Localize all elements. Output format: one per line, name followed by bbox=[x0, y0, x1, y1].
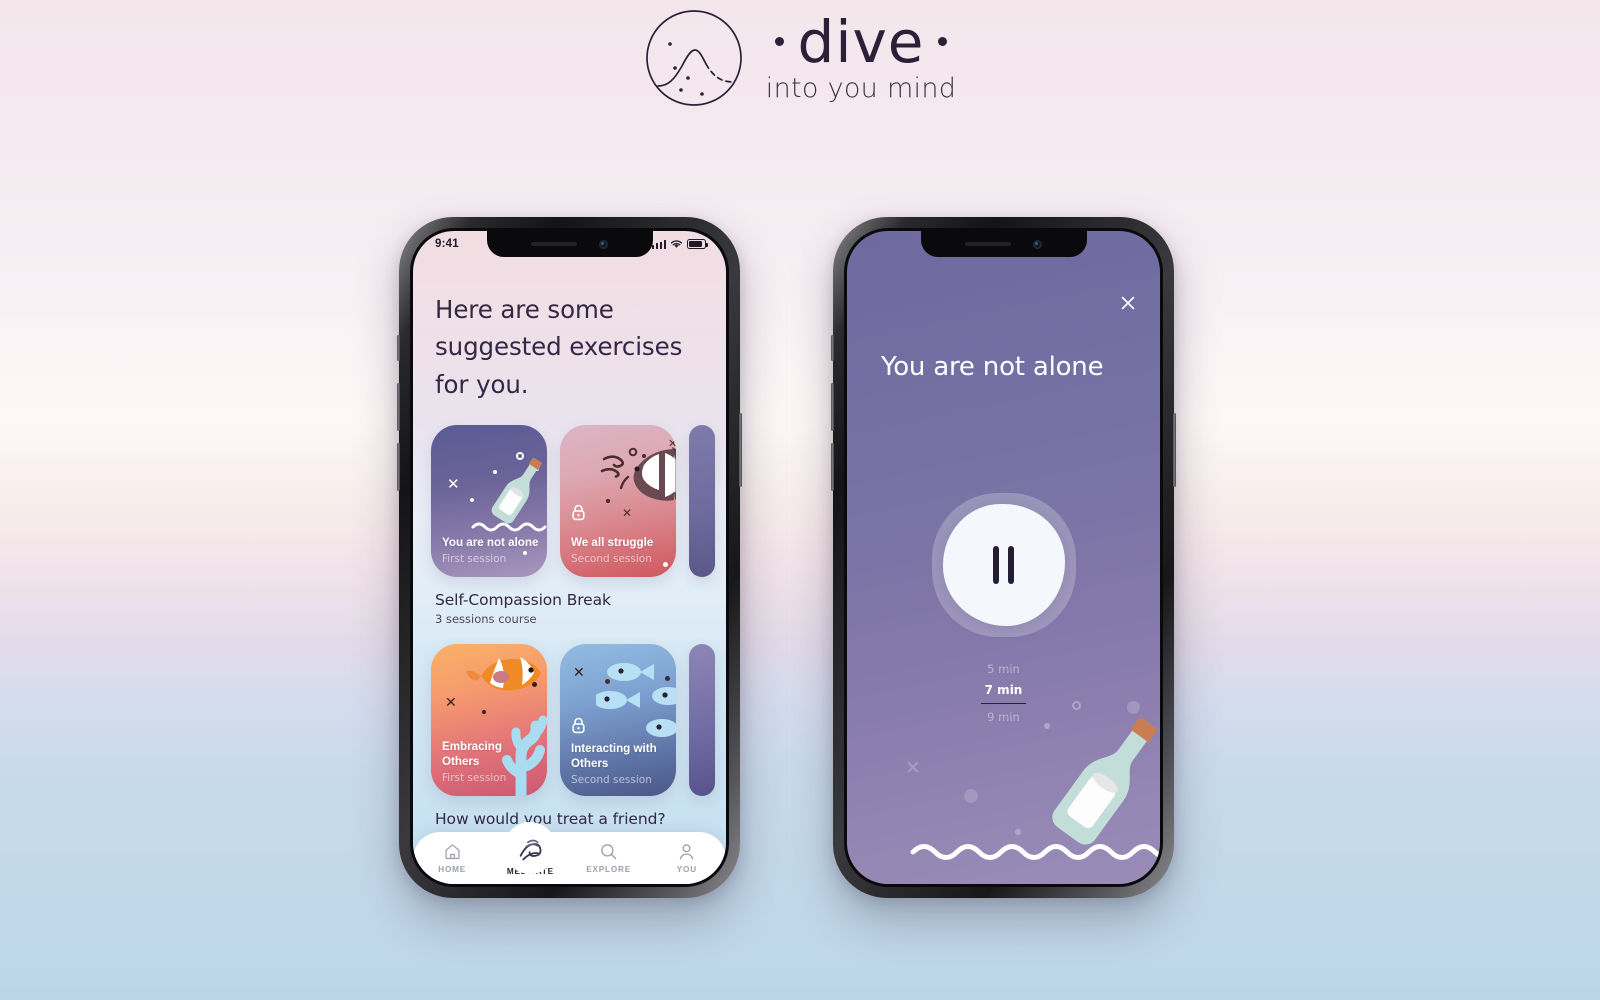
card-session: Second session bbox=[571, 553, 652, 566]
exercise-card-peek[interactable] bbox=[689, 644, 715, 797]
phone-mockup-right: You are not alone 5 min 7 min 9 min ✕ bbox=[831, 217, 1176, 898]
earpiece-speaker bbox=[965, 242, 1011, 246]
lock-icon bbox=[572, 505, 585, 521]
course-title: Self-Compassion Break bbox=[435, 591, 611, 610]
card-title: Interacting with Others bbox=[571, 741, 657, 770]
search-icon bbox=[601, 844, 617, 860]
pause-icon bbox=[1008, 546, 1014, 584]
duration-option-5[interactable]: 5 min bbox=[987, 659, 1020, 679]
card-title: We all struggle bbox=[571, 535, 654, 549]
page-title: Here are some suggested exercises for yo… bbox=[435, 295, 683, 399]
volume-up-button[interactable] bbox=[831, 383, 834, 431]
tab-home[interactable]: HOME bbox=[413, 842, 491, 874]
star-cross-decor: ✕ bbox=[573, 665, 585, 682]
mute-switch[interactable] bbox=[831, 335, 834, 361]
bubble-decor bbox=[1015, 829, 1021, 835]
brand-tagline: into you mind bbox=[765, 72, 957, 104]
tab-you[interactable]: YOU bbox=[648, 842, 726, 874]
star-cross-decor: ✕ bbox=[622, 506, 633, 521]
left-screen: 9:41 Here are some suggested exercises f… bbox=[413, 231, 726, 884]
card-session: Second session bbox=[571, 774, 652, 787]
duration-option-9[interactable]: 9 min bbox=[987, 707, 1020, 727]
play-pause-button[interactable] bbox=[942, 504, 1065, 626]
wave-line-decor bbox=[471, 522, 547, 532]
exercise-card-we-all-struggle[interactable]: ✕ ✕ We all struggle Second session bbox=[560, 425, 676, 578]
home-icon bbox=[445, 844, 460, 860]
brand-name-row: dive bbox=[774, 7, 948, 76]
tab-label: EXPLORE bbox=[586, 865, 631, 874]
star-cross-decor: ✕ bbox=[905, 757, 921, 779]
card-session: First session bbox=[442, 553, 507, 566]
angelfish-illustration: ✕ bbox=[600, 437, 676, 502]
mute-switch[interactable] bbox=[397, 335, 400, 361]
duration-selector[interactable]: 5 min 7 min 9 min bbox=[847, 659, 1160, 727]
circle-landscape-icon bbox=[645, 10, 742, 106]
card-title: You are not alone bbox=[442, 535, 539, 549]
course-title: How would you treat a friend? bbox=[435, 810, 666, 829]
bullet-dot-left bbox=[774, 37, 784, 46]
brand-name: dive bbox=[797, 7, 925, 76]
notch bbox=[486, 231, 653, 257]
dot-decor bbox=[470, 498, 474, 503]
right-screen: You are not alone 5 min 7 min 9 min ✕ bbox=[847, 231, 1160, 884]
phone-mockup-left: 9:41 Here are some suggested exercises f… bbox=[397, 217, 742, 898]
wave-swirl-icon bbox=[519, 839, 542, 860]
lock-icon bbox=[572, 718, 585, 734]
player-control[interactable] bbox=[931, 493, 1076, 637]
notch bbox=[920, 231, 1087, 257]
wifi-icon bbox=[670, 240, 683, 248]
fish-school-illustration bbox=[596, 663, 676, 738]
dot-decor bbox=[606, 499, 610, 503]
duration-option-7-selected[interactable]: 7 min bbox=[980, 680, 1027, 705]
bottle-in-sea-illustration bbox=[1052, 717, 1157, 845]
star-cross-decor: ✕ bbox=[445, 695, 457, 712]
volume-down-button[interactable] bbox=[831, 443, 834, 491]
volume-down-button[interactable] bbox=[397, 443, 400, 491]
bullet-dot-right bbox=[938, 37, 948, 46]
card-session: First session bbox=[442, 772, 507, 785]
power-button[interactable] bbox=[739, 413, 742, 487]
power-button[interactable] bbox=[1173, 413, 1176, 487]
clownfish-illustration bbox=[466, 657, 541, 691]
brand-logo: dive into you mind bbox=[0, 8, 1600, 108]
session-title: You are not alone bbox=[881, 352, 1104, 382]
status-bar-time: 9:41 bbox=[435, 238, 459, 250]
bottom-tab-bar: HOME MEDITATE bbox=[413, 821, 726, 884]
volume-up-button[interactable] bbox=[397, 383, 400, 431]
exercise-card-peek[interactable] bbox=[689, 425, 715, 578]
person-icon bbox=[680, 844, 694, 860]
cellular-bars-icon bbox=[651, 239, 666, 249]
earpiece-speaker bbox=[531, 242, 577, 246]
exercise-card-embracing-others[interactable]: ✕ Embracing Others First session bbox=[431, 644, 547, 797]
wave-line-decor bbox=[910, 844, 1160, 860]
exercise-card-you-are-not-alone[interactable]: ✕ You are not alone First session bbox=[431, 425, 547, 578]
star-cross-decor: ✕ bbox=[447, 475, 460, 494]
bubble-decor bbox=[964, 789, 978, 803]
exercise-card-interacting-with-others[interactable]: ✕ Interacting with Others Second session bbox=[560, 644, 676, 797]
course-row-1: ✕ You are not alone First session ✕ ✕ We… bbox=[431, 425, 715, 578]
front-camera-icon bbox=[1033, 239, 1042, 249]
tab-meditate[interactable]: MEDITATE bbox=[491, 821, 569, 876]
front-camera-icon bbox=[599, 239, 608, 249]
tab-explore[interactable]: EXPLORE bbox=[570, 842, 648, 874]
svg-text:✕: ✕ bbox=[668, 437, 676, 450]
battery-icon bbox=[687, 239, 708, 249]
tab-label: YOU bbox=[676, 865, 697, 874]
card-title: Embracing Others bbox=[442, 739, 502, 768]
dot-decor bbox=[482, 710, 486, 715]
course-subtitle: 3 sessions course bbox=[435, 612, 537, 627]
course-row-2: ✕ Embracing Others First session ✕ Inter… bbox=[431, 644, 715, 797]
pause-icon bbox=[993, 546, 999, 584]
tab-label: HOME bbox=[438, 865, 466, 874]
close-icon[interactable] bbox=[1118, 293, 1138, 313]
